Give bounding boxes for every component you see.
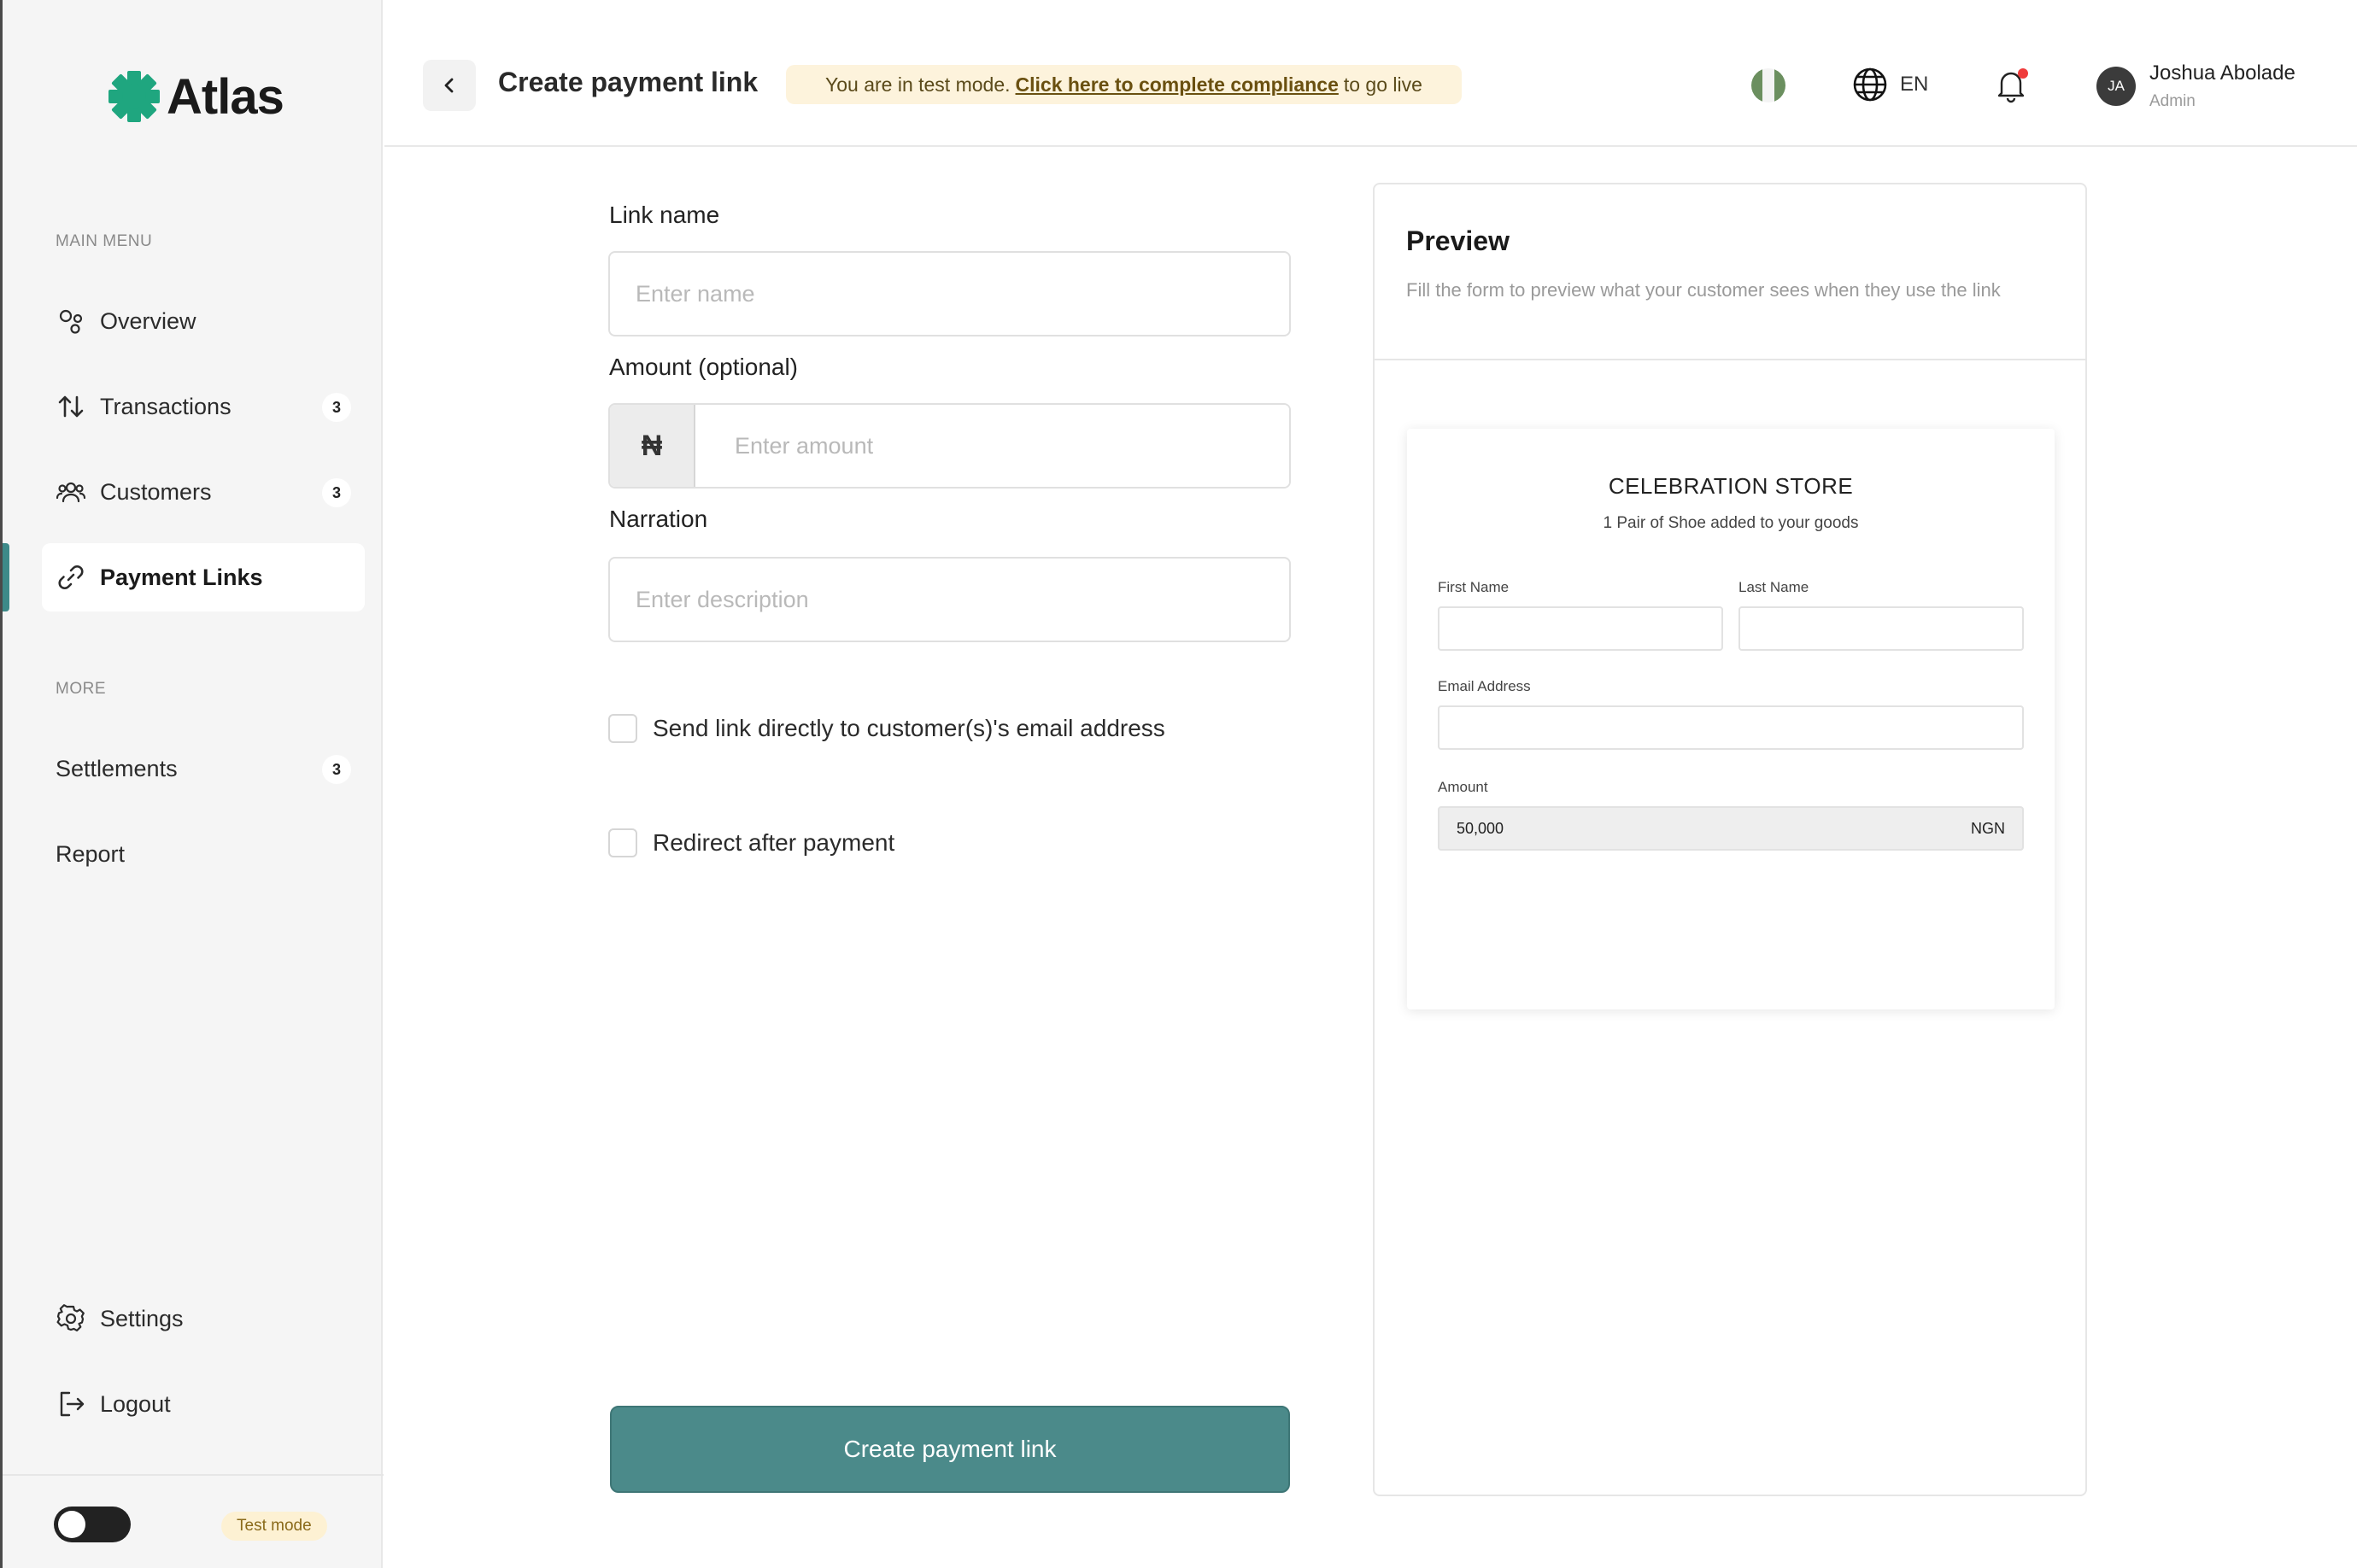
preview-panel: Preview Fill the form to preview what yo… [1373,183,2087,1496]
naira-currency-icon: ₦ [610,405,695,487]
store-name: CELEBRATION STORE [1608,473,1854,499]
sidebar-item-transactions[interactable]: Transactions 3 [42,372,365,441]
back-button[interactable] [423,60,476,111]
narration-input[interactable] [608,557,1291,642]
user-name[interactable]: Joshua Abolade [2149,61,2295,85]
send-email-label: Send link directly to customer(s)'s emai… [653,715,1165,741]
language-code: EN [1900,73,1929,96]
redirect-label: Redirect after payment [653,829,895,856]
sidebar-item-payment-links[interactable]: Payment Links [42,543,365,611]
test-mode-banner: You are in test mode. Click here to comp… [786,65,1462,104]
sidebar-footer: Test mode [3,1474,384,1568]
test-mode-toggle[interactable] [54,1507,131,1542]
chevron-left-icon [444,78,454,93]
sidebar-item-label: Overview [100,307,196,334]
sidebar: Atlas MAIN MENU Overview Transactions 3 … [0,0,384,1568]
globe-icon [1853,67,1887,102]
store-description: 1 Pair of Shoe added to your goods [1603,514,1859,532]
toggle-knob [58,1511,85,1538]
sidebar-item-label: Payment Links [100,564,263,590]
first-name-field [1438,606,1723,651]
user-role: Admin [2149,92,2196,110]
preview-header: Preview Fill the form to preview what yo… [1375,184,2085,360]
amount-preview-label: Amount [1438,779,1488,795]
sidebar-item-label: Settlements [56,755,178,781]
page-title: Create payment link [498,67,759,97]
sidebar-item-label: Logout [100,1390,171,1417]
amount-field: ₦ [608,403,1291,489]
logout-icon [56,1389,86,1419]
notifications-button[interactable] [1992,67,2030,104]
sidebar-item-label: Report [56,840,126,867]
amount-input[interactable] [695,405,1289,487]
last-name-field [1738,606,2024,651]
nigeria-flag-icon[interactable] [1751,68,1785,102]
compliance-link[interactable]: Click here to complete compliance [1016,73,1339,97]
email-field [1438,705,2024,750]
overview-icon [56,306,86,336]
customers-icon [56,477,86,507]
sidebar-item-customers[interactable]: Customers 3 [42,458,365,526]
send-email-checkbox[interactable] [608,714,637,743]
language-selector[interactable]: EN [1852,67,1928,102]
gear-icon [56,1303,86,1334]
count-badge: 3 [322,393,351,422]
create-payment-link-button[interactable]: Create payment link [610,1406,1290,1493]
active-indicator [3,543,9,611]
banner-text: You are in test mode. [825,73,1011,96]
atlas-logo-icon [108,71,160,122]
sidebar-item-settlements[interactable]: Settlements 3 [42,734,365,803]
transactions-icon [56,391,86,422]
test-mode-badge: Test mode [221,1512,327,1541]
main-menu-label: MAIN MENU [56,232,153,250]
sidebar-item-overview[interactable]: Overview [42,287,365,355]
brand-name: Atlas [167,68,284,125]
amount-preview-field: 50,000 NGN [1438,806,2024,851]
more-label: MORE [56,680,106,698]
sidebar-item-report[interactable]: Report [42,820,365,888]
sidebar-item-label: Settings [100,1305,184,1331]
narration-label: Narration [609,506,708,532]
checkout-preview-card: CELEBRATION STORE 1 Pair of Shoe added t… [1407,429,2055,1009]
banner-text-suffix: to go live [1343,73,1422,96]
amount-preview-currency: NGN [1971,820,2005,837]
sidebar-item-settings[interactable]: Settings [42,1284,365,1353]
preview-subtitle: Fill the form to preview what your custo… [1406,279,2001,301]
count-badge: 3 [322,478,351,507]
amount-preview-value: 50,000 [1457,820,1504,837]
sidebar-item-label: Customers [100,478,212,505]
notification-dot [2018,68,2028,79]
count-badge: 3 [322,755,351,784]
send-email-option[interactable]: Send link directly to customer(s)'s emai… [608,714,1165,743]
redirect-checkbox[interactable] [608,828,637,857]
link-icon [56,562,86,593]
link-name-label: Link name [609,202,720,228]
last-name-label: Last Name [1738,579,1809,595]
email-label: Email Address [1438,678,1531,694]
preview-title: Preview [1406,225,1510,256]
brand-logo[interactable]: Atlas [107,67,284,126]
sidebar-item-logout[interactable]: Logout [42,1370,365,1438]
avatar[interactable]: JA [2096,67,2136,106]
sidebar-item-label: Transactions [100,393,232,419]
top-header: Create payment link You are in test mode… [384,0,2357,147]
link-name-input[interactable] [608,251,1291,336]
first-name-label: First Name [1438,579,1510,595]
amount-label: Amount (optional) [609,354,799,380]
redirect-option[interactable]: Redirect after payment [608,828,894,857]
